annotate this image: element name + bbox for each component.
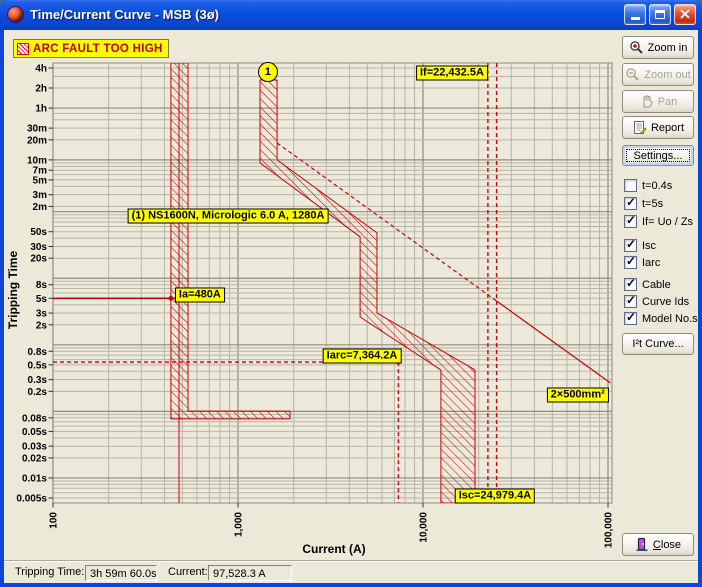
magnifier-minus-icon — [625, 67, 640, 82]
y-tick-label: 0.03s — [22, 442, 47, 453]
app-window: Time/Current Curve - MSB (3ø) ARC FAULT … — [0, 0, 702, 587]
x-tick-label: 1,000 — [234, 512, 245, 537]
current-value: 97,528.3 A — [208, 565, 292, 581]
checkbox-label: Model No.s — [642, 313, 698, 325]
checkbox-label: If= Uo / Zs — [642, 216, 693, 228]
magnifier-plus-icon — [629, 40, 644, 55]
zoom-in-label: Zoom in — [648, 42, 688, 54]
current-label: Current: — [168, 566, 208, 578]
checkbox-label: Iarc — [642, 257, 660, 269]
title-bar[interactable]: Time/Current Curve - MSB (3ø) — [0, 0, 702, 30]
y-tick-label: 1h — [35, 104, 47, 115]
close-window-button[interactable] — [674, 4, 696, 25]
close-label: Close — [653, 539, 681, 551]
y-tick-label: 0.005s — [16, 494, 47, 505]
y-tick-label: 0.02s — [22, 453, 47, 464]
plot-background — [53, 63, 612, 503]
time-current-chart[interactable]: 4h2h1h30m20m10m7m5m3m2m50s30s20s8s5s3s2s… — [4, 55, 620, 560]
y-tick-label: 20m — [27, 135, 47, 146]
x-tick-label: 100 — [49, 512, 60, 529]
hatch-warning-icon — [17, 43, 29, 55]
close-button[interactable]: Close — [622, 533, 694, 556]
y-tick-label: 50s — [30, 227, 47, 238]
y-tick-label: 0.01s — [22, 473, 47, 484]
y-tick-label: 8s — [36, 280, 48, 291]
zoom-out-label: Zoom out — [644, 69, 690, 81]
y-tick-label: 0.3s — [28, 375, 48, 386]
maximize-icon — [655, 10, 665, 19]
arc-fault-warning-text: ARC FAULT TOO HIGH — [33, 43, 163, 55]
pan-button[interactable]: Pan — [622, 90, 694, 113]
minimize-button[interactable] — [624, 4, 646, 25]
checkbox-box[interactable] — [624, 197, 637, 210]
checkbox-isc[interactable]: Isc — [624, 238, 656, 253]
checkbox-box[interactable] — [624, 312, 637, 325]
checkbox-curve-ids[interactable]: Curve Ids — [624, 294, 689, 309]
hand-icon — [639, 94, 654, 109]
checkbox-if-uo-zs[interactable]: If= Uo / Zs — [624, 214, 693, 229]
window-title: Time/Current Curve - MSB (3ø) — [30, 7, 624, 22]
checkbox-label: t=5s — [642, 198, 663, 210]
settings-button[interactable]: Settings... — [622, 145, 694, 166]
checkbox-label: Curve Ids — [642, 296, 689, 308]
checkbox-box[interactable] — [624, 278, 637, 291]
y-tick-label: 0.05s — [22, 427, 47, 438]
tripping-time-value: 3h 59m 60.0s — [85, 565, 157, 581]
checkbox-t-0-4s[interactable]: t=0.4s — [624, 178, 672, 193]
checkbox-box[interactable] — [624, 215, 637, 228]
dialog-body: ARC FAULT TOO HIGH 4h2h1h30m20m10m7m5m3m… — [4, 30, 698, 583]
app-icon — [7, 6, 24, 23]
checkbox-cable[interactable]: Cable — [624, 277, 671, 292]
y-tick-label: 3s — [36, 309, 48, 320]
y-tick-label: 0.08s — [22, 413, 47, 424]
y-tick-label: 0.5s — [28, 360, 48, 371]
x-tick-label: 100,000 — [604, 512, 615, 549]
side-panel: Zoom in Zoom out Pan — [622, 30, 694, 561]
y-tick-label: 20s — [30, 254, 47, 265]
y-tick-label: 0.2s — [28, 387, 48, 398]
report-button[interactable]: Report — [622, 116, 694, 139]
y-tick-label: 0.8s — [28, 347, 48, 358]
chart-plot: 4h2h1h30m20m10m7m5m3m2m50s30s20s8s5s3s2s… — [4, 55, 620, 560]
checkbox-box[interactable] — [624, 256, 637, 269]
y-tick-label: 2s — [36, 320, 48, 331]
x-tick-label: 10,000 — [419, 512, 430, 543]
checkbox-label: Cable — [642, 279, 671, 291]
i2t-curve-label: I²t Curve... — [632, 338, 683, 350]
maximize-button[interactable] — [649, 4, 671, 25]
report-label: Report — [651, 122, 684, 134]
exit-door-icon — [635, 537, 649, 552]
y-tick-label: 3m — [33, 190, 48, 201]
y-tick-label: 5s — [36, 294, 48, 305]
zoom-in-button[interactable]: Zoom in — [622, 36, 694, 59]
checkbox-label: t=0.4s — [642, 180, 672, 192]
checkbox-iarc[interactable]: Iarc — [624, 255, 660, 270]
tripping-time-label: Tripping Time: — [15, 566, 84, 578]
y-tick-label: 4h — [35, 63, 47, 74]
pan-label: Pan — [658, 96, 678, 108]
checkbox-label: Isc — [642, 240, 656, 252]
checkbox-box[interactable] — [624, 295, 637, 308]
checkbox-box[interactable] — [624, 179, 637, 192]
i2t-curve-button[interactable]: I²t Curve... — [622, 333, 694, 355]
y-tick-label: 30m — [27, 124, 47, 135]
zoom-out-button[interactable]: Zoom out — [622, 63, 694, 86]
x-axis-title: Current (A) — [302, 542, 365, 556]
y-tick-label: 2m — [33, 202, 48, 213]
status-bar: Tripping Time: 3h 59m 60.0s Current: 97,… — [4, 561, 698, 583]
settings-label: Settings... — [634, 150, 683, 162]
checkbox-model-nos[interactable]: Model No.s — [624, 311, 698, 326]
checkbox-box[interactable] — [624, 239, 637, 252]
y-axis-title: Tripping Time — [6, 250, 20, 329]
minimize-icon — [631, 17, 640, 20]
y-tick-label: 30s — [30, 242, 47, 253]
report-icon — [632, 120, 647, 135]
close-icon — [680, 9, 690, 19]
y-tick-label: 2h — [35, 84, 47, 95]
checkbox-t-5s[interactable]: t=5s — [624, 196, 663, 211]
y-tick-label: 5m — [33, 175, 48, 186]
